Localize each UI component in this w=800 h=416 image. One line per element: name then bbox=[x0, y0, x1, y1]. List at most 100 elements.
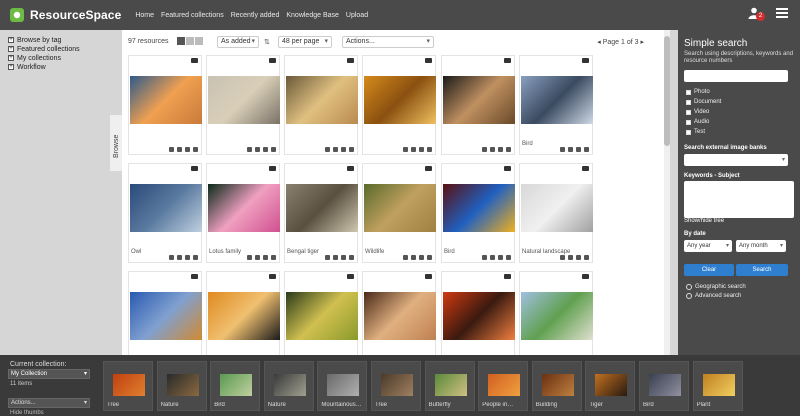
collection-item[interactable]: Plant bbox=[692, 361, 743, 411]
resource-thumbnail[interactable] bbox=[130, 76, 202, 124]
add-to-collection-icon[interactable] bbox=[271, 147, 276, 152]
resource-thumbnail[interactable] bbox=[364, 292, 436, 340]
strip-view-icon[interactable] bbox=[195, 37, 203, 45]
expand-plus-icon[interactable]: + bbox=[8, 37, 14, 43]
sort-direction-icon[interactable]: ⇅ bbox=[264, 38, 270, 46]
search-button[interactable]: Search bbox=[736, 264, 788, 276]
type-document-checkbox[interactable]: Document bbox=[686, 99, 721, 105]
collection-item[interactable]: Nature bbox=[263, 361, 314, 411]
edit-icon[interactable] bbox=[560, 255, 565, 260]
collection-item-thumbnail[interactable] bbox=[273, 374, 306, 396]
collection-item[interactable]: Tree bbox=[371, 361, 421, 411]
collection-item-thumbnail[interactable] bbox=[166, 374, 199, 396]
resource-thumbnail[interactable] bbox=[208, 292, 280, 340]
list-view-icon[interactable] bbox=[186, 37, 194, 45]
edit-icon[interactable] bbox=[403, 255, 408, 260]
resource-thumbnail[interactable] bbox=[286, 184, 358, 232]
collection-item-thumbnail[interactable] bbox=[649, 374, 681, 396]
expand-plus-icon[interactable]: + bbox=[8, 46, 14, 52]
type-test-checkbox[interactable]: Test bbox=[686, 129, 705, 135]
expand-plus-icon[interactable]: + bbox=[8, 64, 14, 70]
resource-thumbnail[interactable] bbox=[443, 184, 515, 232]
nav-knowledge-base[interactable]: Knowledge Base bbox=[286, 12, 339, 19]
fullscreen-icon[interactable] bbox=[255, 255, 260, 260]
resource-thumbnail[interactable] bbox=[521, 184, 593, 232]
fullscreen-icon[interactable] bbox=[255, 147, 260, 152]
resource-thumbnail[interactable] bbox=[364, 184, 436, 232]
share-icon[interactable] bbox=[576, 255, 581, 260]
expand-plus-icon[interactable]: + bbox=[8, 55, 14, 61]
resource-card[interactable] bbox=[362, 55, 436, 155]
nav-home[interactable]: Home bbox=[135, 12, 154, 19]
fullscreen-icon[interactable] bbox=[568, 147, 573, 152]
resource-thumbnail[interactable] bbox=[208, 76, 280, 124]
add-to-collection-icon[interactable] bbox=[506, 255, 511, 260]
edit-icon[interactable] bbox=[247, 147, 252, 152]
geographic-search-link[interactable]: Geographic search bbox=[686, 284, 746, 290]
add-to-collection-icon[interactable] bbox=[193, 255, 198, 260]
collection-item-thumbnail[interactable] bbox=[541, 374, 574, 396]
month-select[interactable]: Any month bbox=[736, 240, 786, 252]
add-to-collection-icon[interactable] bbox=[193, 147, 198, 152]
external-banks-select[interactable] bbox=[684, 154, 788, 166]
browse-featured-collections[interactable]: + Featured collections bbox=[8, 45, 120, 53]
edit-icon[interactable] bbox=[169, 255, 174, 260]
type-photo-checkbox[interactable]: Photo bbox=[686, 89, 710, 95]
resource-card[interactable]: Lotus family bbox=[206, 163, 280, 263]
share-icon[interactable] bbox=[576, 147, 581, 152]
edit-icon[interactable] bbox=[325, 255, 330, 260]
show-hide-tree-link[interactable]: Show/hide tree bbox=[684, 218, 724, 224]
fullscreen-icon[interactable] bbox=[177, 255, 182, 260]
resource-card[interactable] bbox=[284, 55, 358, 155]
type-video-checkbox[interactable]: Video bbox=[686, 109, 709, 115]
share-icon[interactable] bbox=[263, 255, 268, 260]
collection-item[interactable]: Tree bbox=[103, 361, 153, 411]
browse-my-collections[interactable]: + My collections bbox=[8, 54, 120, 62]
resource-card[interactable] bbox=[441, 55, 515, 155]
nav-upload[interactable]: Upload bbox=[346, 12, 368, 19]
add-to-collection-icon[interactable] bbox=[427, 147, 432, 152]
share-icon[interactable] bbox=[185, 255, 190, 260]
resource-card[interactable]: Bengal tiger bbox=[284, 163, 358, 263]
collection-item[interactable]: Building bbox=[531, 361, 582, 411]
collection-item-thumbnail[interactable] bbox=[702, 374, 735, 396]
add-to-collection-icon[interactable] bbox=[506, 147, 511, 152]
fullscreen-icon[interactable] bbox=[568, 255, 573, 260]
resource-card[interactable]: Natural landscape bbox=[519, 163, 593, 263]
nav-featured-collections[interactable]: Featured collections bbox=[161, 12, 224, 19]
collection-item[interactable]: Tiger bbox=[585, 361, 636, 411]
share-icon[interactable] bbox=[341, 255, 346, 260]
fullscreen-icon[interactable] bbox=[177, 147, 182, 152]
share-icon[interactable] bbox=[419, 147, 424, 152]
browse-by-tag[interactable]: + Browse by tag bbox=[8, 36, 120, 44]
share-icon[interactable] bbox=[498, 255, 503, 260]
collection-item[interactable]: Bird bbox=[210, 361, 261, 411]
edit-icon[interactable] bbox=[247, 255, 252, 260]
resource-card[interactable]: Wildlife bbox=[362, 163, 436, 263]
edit-icon[interactable] bbox=[325, 147, 330, 152]
logo[interactable]: ResourceSpace bbox=[10, 8, 121, 22]
clear-button[interactable]: Clear bbox=[684, 264, 734, 276]
per-page-select[interactable]: 48 per page bbox=[278, 36, 332, 48]
resource-card[interactable]: Bird bbox=[441, 163, 515, 263]
hide-thumbs-link[interactable]: Hide thumbs bbox=[10, 410, 44, 416]
thumbs-view-icon[interactable] bbox=[177, 37, 185, 45]
resource-card[interactable]: Owl bbox=[128, 163, 202, 263]
fullscreen-icon[interactable] bbox=[490, 147, 495, 152]
share-icon[interactable] bbox=[498, 147, 503, 152]
fullscreen-icon[interactable] bbox=[411, 147, 416, 152]
collection-item-thumbnail[interactable] bbox=[488, 374, 521, 396]
browse-workflow[interactable]: + Workflow bbox=[8, 63, 120, 71]
user-icon[interactable]: 2 bbox=[748, 7, 765, 21]
collection-item-thumbnail[interactable] bbox=[327, 374, 360, 396]
collection-item-thumbnail[interactable] bbox=[220, 374, 253, 396]
edit-icon[interactable] bbox=[482, 255, 487, 260]
resource-thumbnail[interactable] bbox=[208, 184, 280, 232]
actions-select[interactable]: Actions... bbox=[342, 36, 434, 48]
results-scrollbar[interactable] bbox=[664, 30, 670, 355]
sort-select[interactable]: As added bbox=[217, 36, 259, 48]
resource-thumbnail[interactable] bbox=[130, 184, 202, 232]
share-icon[interactable] bbox=[185, 147, 190, 152]
resource-thumbnail[interactable] bbox=[286, 76, 358, 124]
collection-item[interactable]: People in… bbox=[478, 361, 529, 411]
